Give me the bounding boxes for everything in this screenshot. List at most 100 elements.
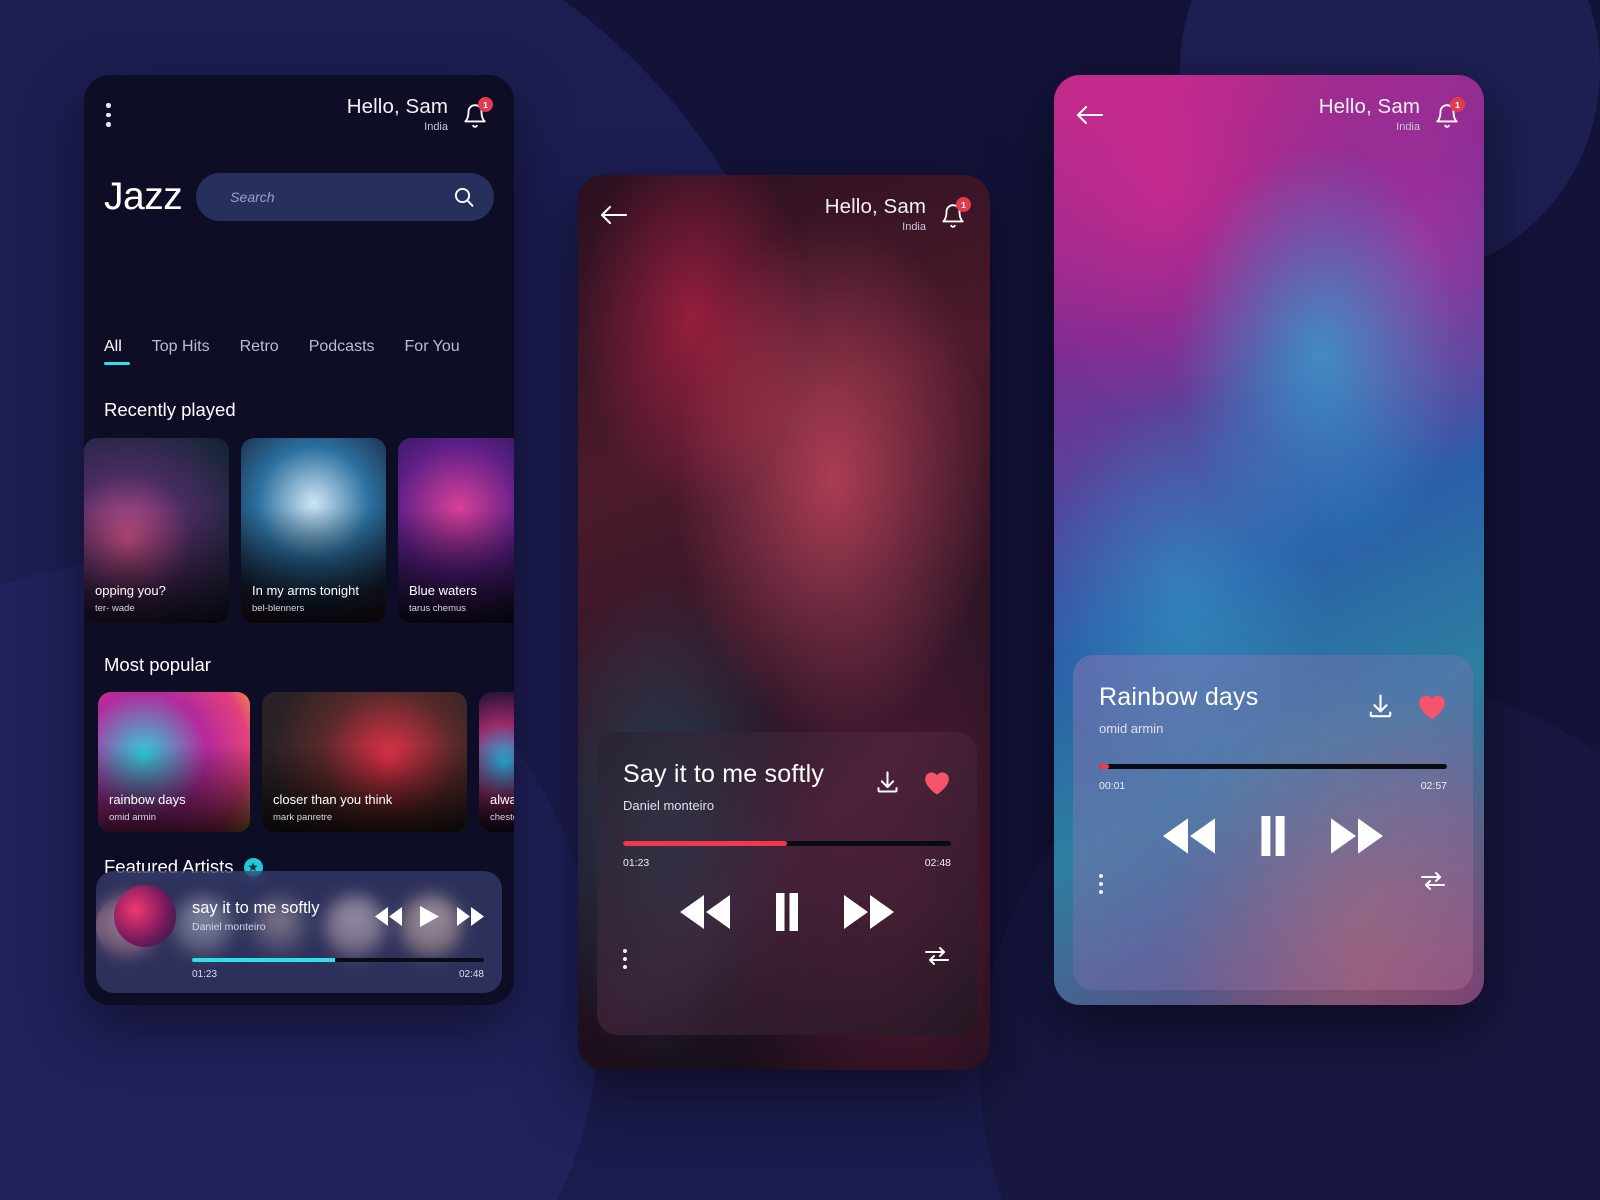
notification-badge: 1 xyxy=(1450,97,1465,112)
brand-and-search-row: Jazz xyxy=(84,173,514,221)
greeting-text: Hello, Sam xyxy=(346,95,448,119)
tab-retro[interactable]: Retro xyxy=(240,338,279,365)
song-title: In my arms tonight xyxy=(252,583,359,599)
mini-player-progress-fill xyxy=(192,958,336,962)
location-text: India xyxy=(1396,120,1420,133)
notification-badge: 1 xyxy=(956,197,971,212)
song-title: rainbow days xyxy=(109,792,186,808)
user-greeting: Hello, Sam India xyxy=(1319,96,1420,133)
track-artist: omid armin xyxy=(1099,721,1164,736)
tab-for-you[interactable]: For You xyxy=(405,338,460,365)
back-button[interactable] xyxy=(598,198,632,232)
mini-player-progress-bar[interactable] xyxy=(192,958,484,962)
track-title: Say it to me softly xyxy=(623,760,825,788)
pause-button[interactable] xyxy=(1259,816,1287,856)
elapsed-time: 01:23 xyxy=(623,857,650,869)
elapsed-time: 00:01 xyxy=(1099,780,1126,792)
song-artist: tarus chemus xyxy=(409,603,467,614)
location-text: India xyxy=(902,220,926,233)
now-playing-topbar-2: Hello, Sam India 1 xyxy=(1054,75,1484,155)
user-greeting: Hello, Sam India xyxy=(347,96,448,133)
now-playing-card-2: Rainbow days omid armin 00:01 02:57 xyxy=(1073,655,1473,990)
overflow-menu-icon[interactable] xyxy=(106,103,111,127)
section-title-most-popular: Most popular xyxy=(104,654,211,675)
song-card[interactable]: In my arms tonight bel-blenners xyxy=(241,438,386,623)
rewind-button[interactable] xyxy=(680,895,730,929)
arrow-left-icon xyxy=(1076,105,1104,125)
song-artist: mark panretre xyxy=(273,812,333,823)
song-card[interactable]: rainbow days omid armin xyxy=(98,692,250,832)
song-artist: bel-blenners xyxy=(252,603,305,614)
mini-player-artwork xyxy=(114,885,176,947)
fast-forward-button[interactable] xyxy=(1331,818,1383,854)
track-artist: Daniel monteiro xyxy=(623,798,715,813)
total-duration: 02:57 xyxy=(1420,780,1447,792)
player-times: 00:01 02:57 xyxy=(1099,780,1447,792)
user-greeting: Hello, Sam India xyxy=(825,196,926,233)
category-tabs: All Top Hits Retro Podcasts For You xyxy=(84,338,514,365)
most-popular-carousel[interactable]: rainbow days omid armin closer than you th… xyxy=(84,692,514,832)
player-times: 01:23 02:48 xyxy=(623,857,951,869)
progress-bar[interactable] xyxy=(623,841,951,846)
progress-fill xyxy=(1099,764,1110,769)
song-title: always xyxy=(490,792,514,808)
progress-fill xyxy=(623,841,787,846)
mini-player-times: 01:23 02:48 xyxy=(192,969,484,980)
section-title-recently-played: Recently played xyxy=(104,399,236,420)
fast-forward-button[interactable] xyxy=(844,895,894,929)
mini-player-title: say it to me softly xyxy=(192,899,320,917)
tab-podcasts[interactable]: Podcasts xyxy=(309,338,375,365)
notification-bell-button[interactable]: 1 xyxy=(1434,97,1465,131)
page-title: Jazz xyxy=(104,175,183,218)
search-bar[interactable] xyxy=(196,173,494,221)
song-artist: ter- wade xyxy=(95,603,135,614)
previous-button[interactable] xyxy=(375,906,402,926)
notification-badge: 1 xyxy=(478,97,493,112)
greeting-text: Hello, Sam xyxy=(1318,95,1420,119)
now-playing-topbar-1: Hello, Sam India 1 xyxy=(578,175,990,255)
tab-top-hits[interactable]: Top Hits xyxy=(152,338,210,365)
track-title: Rainbow days xyxy=(1099,683,1259,711)
notification-bell-button[interactable]: 1 xyxy=(940,197,971,231)
like-button[interactable] xyxy=(1417,693,1447,721)
song-title: opping you? xyxy=(95,583,166,599)
song-card[interactable]: opping you? ter- wade xyxy=(84,438,229,623)
song-card[interactable]: closer than you think mark panretre xyxy=(262,692,467,832)
song-title: Blue waters xyxy=(409,583,477,599)
search-icon xyxy=(454,187,474,207)
play-button[interactable] xyxy=(420,905,439,927)
song-artist: chester w xyxy=(490,812,514,823)
like-button[interactable] xyxy=(923,770,951,796)
mini-player-artist: Daniel monteiro xyxy=(192,921,266,933)
repeat-button[interactable] xyxy=(1419,870,1447,897)
mini-player-elapsed: 01:23 xyxy=(192,968,218,980)
download-button[interactable] xyxy=(1366,692,1395,721)
search-input[interactable] xyxy=(230,189,452,205)
song-card[interactable]: always chester w xyxy=(479,692,514,832)
mini-player-duration: 02:48 xyxy=(458,968,484,980)
mini-player[interactable]: say it to me softly Daniel monteiro 01:2… xyxy=(96,871,502,993)
greeting-text: Hello, Sam xyxy=(824,195,926,219)
repeat-button[interactable] xyxy=(923,945,951,972)
recently-played-carousel[interactable]: opping you? ter- wade In my arms tonight be… xyxy=(84,438,514,623)
next-button[interactable] xyxy=(457,906,484,926)
phone-screen-home: Hello, Sam India 1 Jazz All Top Hits Retro… xyxy=(84,75,514,1005)
more-options-icon[interactable] xyxy=(623,948,627,969)
notification-bell-button[interactable]: 1 xyxy=(462,97,493,131)
pause-button[interactable] xyxy=(774,893,800,931)
home-topbar: Hello, Sam India 1 xyxy=(84,75,514,155)
back-button[interactable] xyxy=(1074,98,1108,132)
total-duration: 02:48 xyxy=(924,857,951,869)
repeat-icon xyxy=(925,947,949,965)
repeat-icon xyxy=(1421,872,1445,890)
location-text: India xyxy=(424,120,448,133)
song-card[interactable]: Blue waters tarus chemus xyxy=(398,438,514,623)
song-artist: omid armin xyxy=(109,812,156,823)
now-playing-card-1: Say it to me softly Daniel monteiro 01:2… xyxy=(597,732,977,1035)
tab-all[interactable]: All xyxy=(104,338,130,365)
arrow-left-icon xyxy=(600,205,628,225)
more-options-icon[interactable] xyxy=(1099,873,1103,894)
progress-bar[interactable] xyxy=(1099,764,1447,769)
rewind-button[interactable] xyxy=(1163,818,1215,854)
download-button[interactable] xyxy=(874,769,901,796)
